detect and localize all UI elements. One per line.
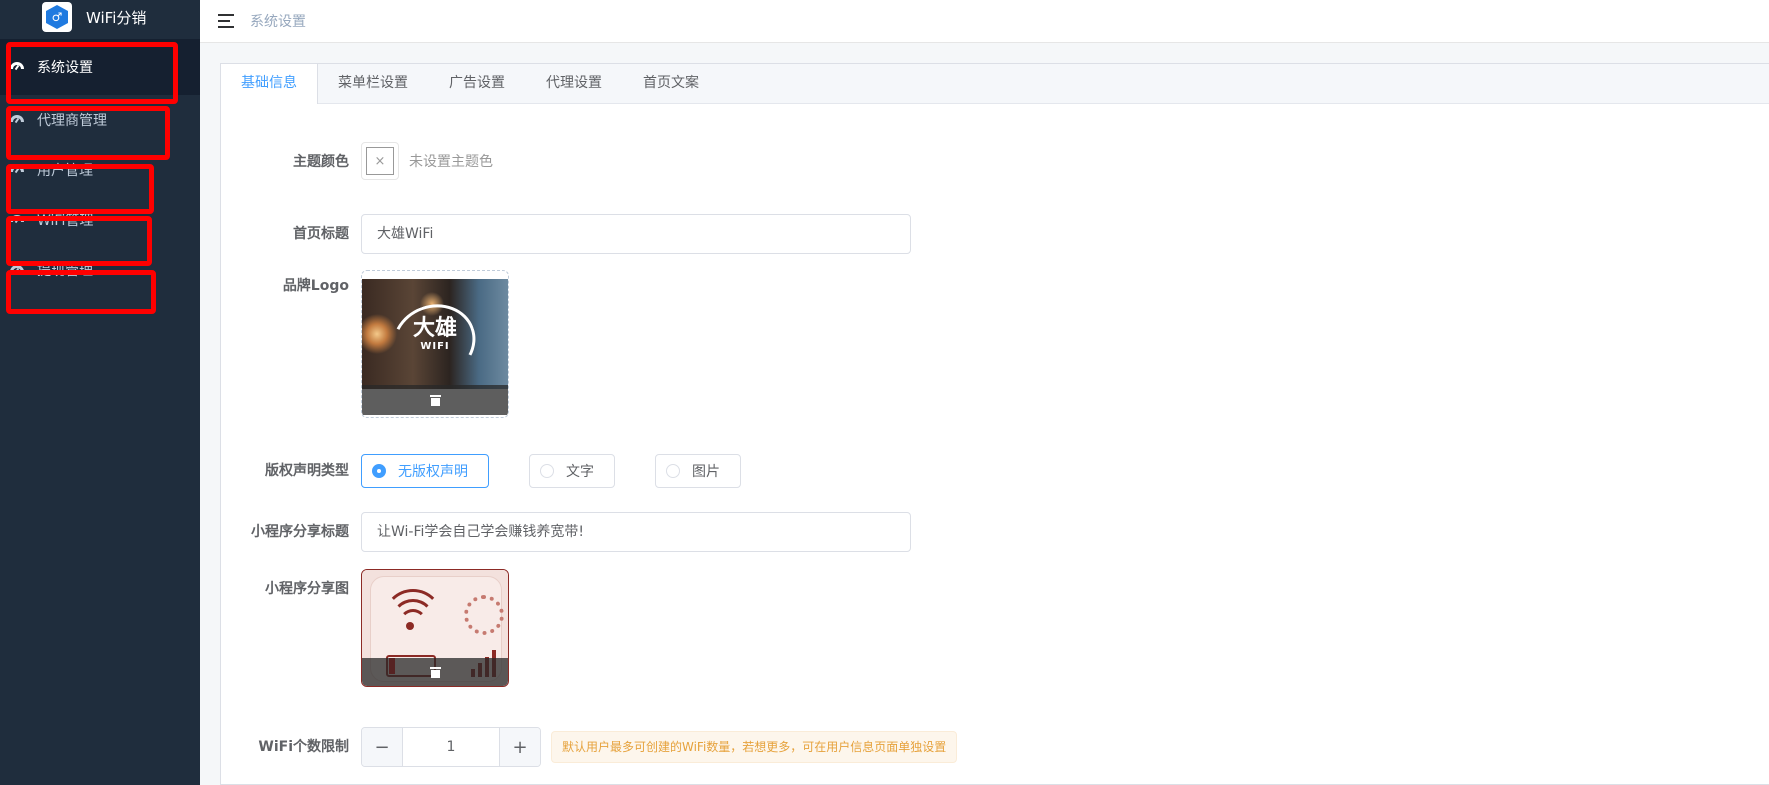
tab-menu-settings[interactable]: 菜单栏设置 (318, 64, 429, 103)
radio-dot (372, 464, 386, 478)
share-image-upload[interactable] (361, 569, 509, 687)
minus-button[interactable]: − (362, 728, 403, 766)
delete-icon[interactable] (429, 395, 441, 406)
brand-title: WiFi分销 (86, 8, 147, 27)
sidebar-menu: 系统设置 代理商管理 用户管理 WiFi管理 提现管理 (0, 39, 200, 295)
settings-card: 基础信息 菜单栏设置 广告设置 代理设置 首页文案 主题颜色 × 未设置主题色 … (220, 63, 1769, 785)
form-row-home-title: 首页标题 大雄WiFi (221, 214, 911, 254)
sidebar-item-label: 用户管理 (37, 163, 93, 179)
radio-label: 无版权声明 (398, 464, 468, 480)
dashboard-icon (10, 265, 24, 275)
copyright-type-label: 版权声明类型 (265, 463, 349, 479)
upload-actions (362, 385, 508, 415)
sidebar-item-label: 系统设置 (37, 60, 93, 76)
radio-text[interactable]: 文字 (529, 454, 615, 488)
radio-dot (666, 464, 680, 478)
form-row-share-image: 小程序分享图 (221, 569, 509, 687)
brand: ♂ WiFi分销 (0, 0, 200, 34)
form-row-brand-logo: 品牌Logo 大雄 WIFI (221, 266, 509, 418)
brand-logo-upload[interactable]: 大雄 WIFI (361, 270, 509, 418)
sidebar: ♂ WiFi分销 系统设置 代理商管理 用户管理 WiFi管理 提现管理 (0, 0, 200, 785)
dashboard-icon (10, 62, 24, 72)
theme-color-label: 主题颜色 (293, 154, 349, 170)
logo-text-big: 大雄 (412, 316, 457, 341)
tab-agent-settings[interactable]: 代理设置 (526, 64, 623, 103)
radio-dot (540, 464, 554, 478)
sidebar-item-agents[interactable]: 代理商管理 (0, 95, 200, 145)
share-image-label: 小程序分享图 (265, 581, 349, 597)
sidebar-item-wifi[interactable]: WiFi管理 (0, 195, 200, 245)
sidebar-item-users[interactable]: 用户管理 (0, 145, 200, 195)
wifi-limit-label: WiFi个数限制 (258, 739, 349, 755)
tab-bar: 基础信息 菜单栏设置 广告设置 代理设置 首页文案 (221, 64, 1769, 104)
delete-icon[interactable] (429, 667, 441, 678)
brand-logo-image: 大雄 WIFI (362, 279, 508, 392)
home-title-input[interactable]: 大雄WiFi (361, 214, 911, 254)
close-icon: × (366, 147, 394, 175)
brand-logo-icon: ♂ (42, 2, 72, 32)
sidebar-item-label: 代理商管理 (37, 113, 107, 129)
radio-image[interactable]: 图片 (655, 454, 741, 488)
main-content: 基础信息 菜单栏设置 广告设置 代理设置 首页文案 主题颜色 × 未设置主题色 … (200, 43, 1769, 785)
radio-no-copyright[interactable]: 无版权声明 (361, 454, 489, 488)
home-title-label: 首页标题 (293, 226, 349, 242)
plus-button[interactable]: + (499, 728, 540, 766)
sidebar-item-withdraw[interactable]: 提现管理 (0, 245, 200, 295)
dashboard-icon (10, 215, 24, 225)
menu-fold-icon[interactable] (218, 14, 234, 28)
tab-basic-info[interactable]: 基础信息 (221, 64, 318, 104)
dashboard-icon (10, 165, 24, 175)
share-title-input[interactable]: 让Wi-Fi学会自己学会赚钱养宽带! (361, 512, 911, 552)
sidebar-item-label: 提现管理 (37, 263, 93, 279)
topbar: 系统设置 (200, 0, 1769, 43)
sidebar-item-label: WiFi管理 (37, 213, 94, 229)
wifi-limit-tip: 默认用户最多可创建的WiFi数量，若想更多，可在用户信息页面单独设置 (551, 731, 958, 763)
sidebar-item-system-settings[interactable]: 系统设置 (0, 39, 200, 95)
upload-actions (362, 658, 508, 686)
wifi-limit-value[interactable]: 1 (403, 728, 499, 766)
form-row-copyright-type: 版权声明类型 无版权声明 文字 图片 (221, 451, 741, 491)
tab-home-copy[interactable]: 首页文案 (623, 64, 720, 103)
form-row-wifi-limit: WiFi个数限制 − 1 + 默认用户最多可创建的WiFi数量，若想更多，可在用… (221, 719, 958, 775)
tab-ad-settings[interactable]: 广告设置 (429, 64, 526, 103)
theme-color-hint: 未设置主题色 (409, 154, 493, 170)
logo-text-small: WIFI (420, 341, 450, 352)
dashboard-icon (10, 115, 24, 125)
radio-label: 文字 (566, 464, 594, 480)
breadcrumb[interactable]: 系统设置 (250, 11, 306, 31)
color-picker[interactable]: × (361, 142, 399, 180)
form-row-theme-color: 主题颜色 × 未设置主题色 (221, 142, 493, 182)
wifi-limit-stepper[interactable]: − 1 + (361, 727, 541, 767)
share-title-label: 小程序分享标题 (251, 524, 349, 540)
brand-logo-label: 品牌Logo (282, 278, 349, 294)
radio-label: 图片 (692, 464, 720, 480)
form-row-share-title: 小程序分享标题 让Wi-Fi学会自己学会赚钱养宽带! (221, 512, 911, 552)
